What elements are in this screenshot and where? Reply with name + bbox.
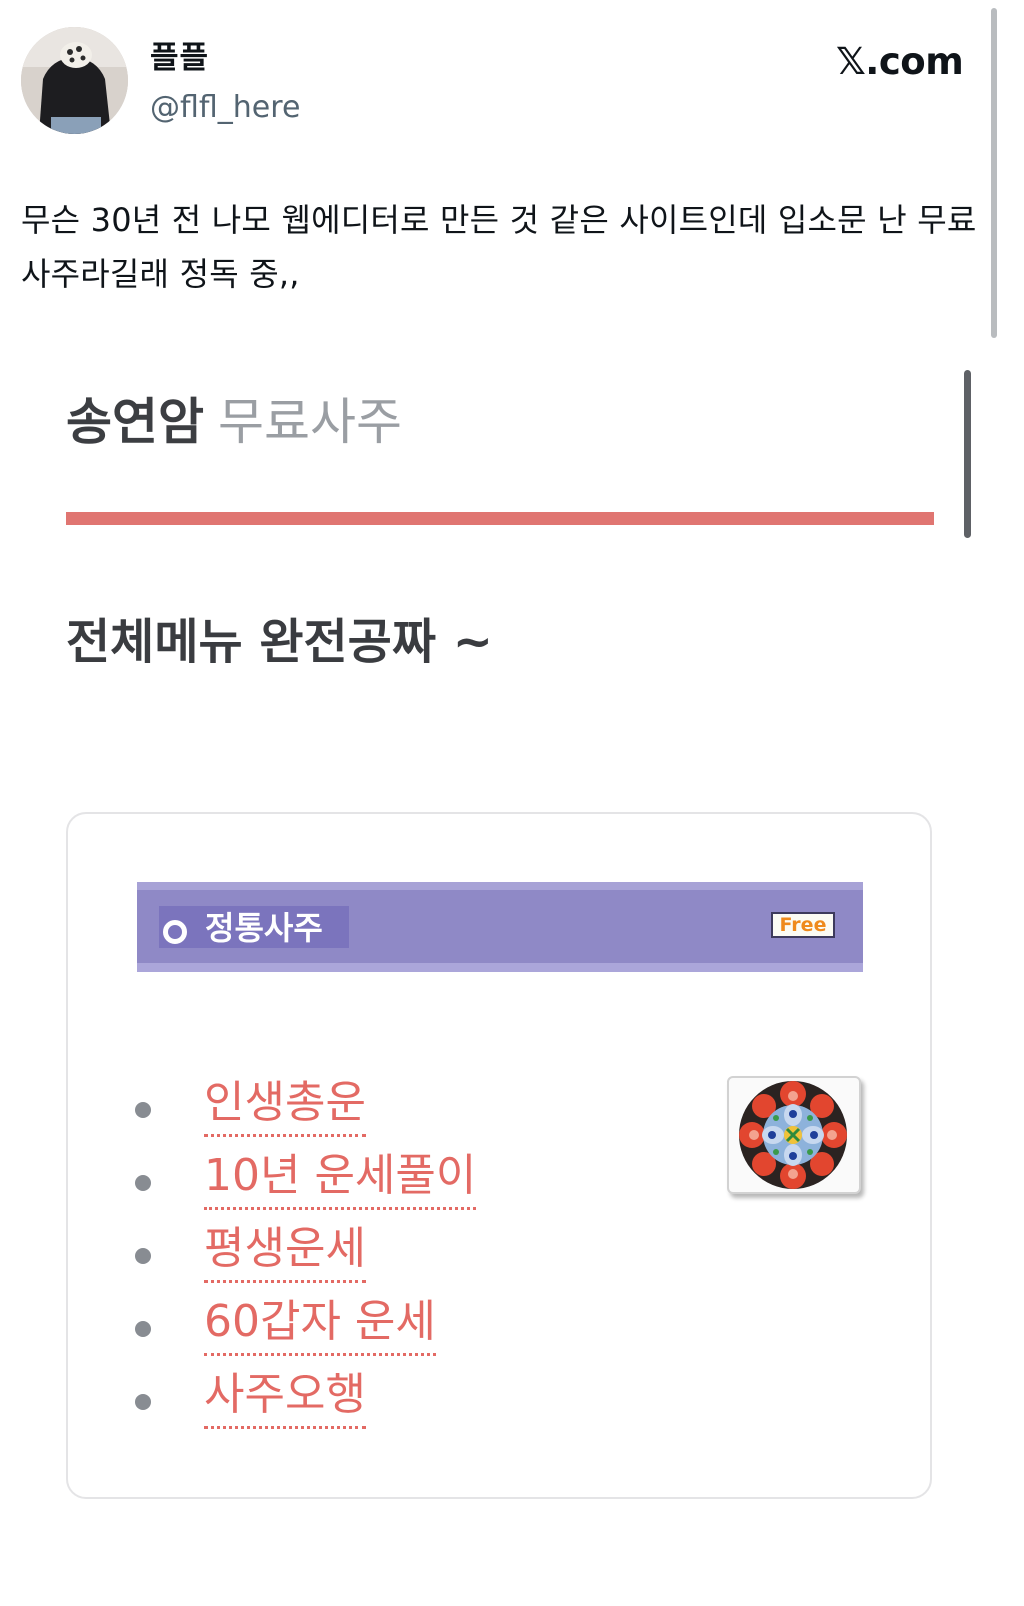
- tweet-text: 무슨 30년 전 나모 웹에디터로 만든 것 같은 사이트인데 입소문 난 무료…: [21, 201, 977, 293]
- tweet-scrollbar[interactable]: [991, 8, 997, 338]
- bullet-dot-icon: [135, 1102, 151, 1118]
- avatar-photo: [21, 27, 128, 134]
- banner-bottom-stripe: [137, 963, 863, 972]
- bullet-dot-icon: [135, 1394, 151, 1410]
- dancheong-emblem-icon: [727, 1076, 861, 1194]
- menu-link-ten-year-fortune[interactable]: 10년 운세풀이: [204, 1147, 477, 1210]
- banner-top-stripe: [137, 882, 863, 890]
- menu-link-life-fortune[interactable]: 인생총운: [204, 1074, 366, 1137]
- bullet-dot-icon: [135, 1175, 151, 1191]
- site-title: 송연암 무료사주: [66, 390, 402, 454]
- title-divider: [66, 512, 934, 525]
- menu-link-lifetime-fortune[interactable]: 평생운세: [204, 1220, 366, 1283]
- banner-label: 정통사주: [205, 909, 323, 947]
- bullet-dot-icon: [135, 1321, 151, 1337]
- circle-bullet-icon: [163, 920, 187, 944]
- bullet-dot-icon: [135, 1248, 151, 1264]
- author-display-name[interactable]: 플플: [150, 38, 209, 78]
- x-logo[interactable]: 𝕏.com: [836, 40, 964, 84]
- page-headline: 전체메뉴 완전공짜 ~: [66, 614, 493, 670]
- site-title-subtitle: 무료사주: [218, 393, 402, 451]
- author-handle[interactable]: @flfl_here: [150, 88, 300, 128]
- menu-link-sixty-gapja[interactable]: 60갑자 운세: [204, 1293, 436, 1356]
- site-scrollbar[interactable]: [964, 370, 971, 538]
- avatar[interactable]: [21, 27, 128, 134]
- site-title-name: 송연암: [66, 393, 204, 451]
- free-badge: Free: [771, 912, 835, 938]
- menu-link-five-elements[interactable]: 사주오행: [204, 1366, 366, 1429]
- section-banner: 정통사주 Free: [137, 882, 863, 972]
